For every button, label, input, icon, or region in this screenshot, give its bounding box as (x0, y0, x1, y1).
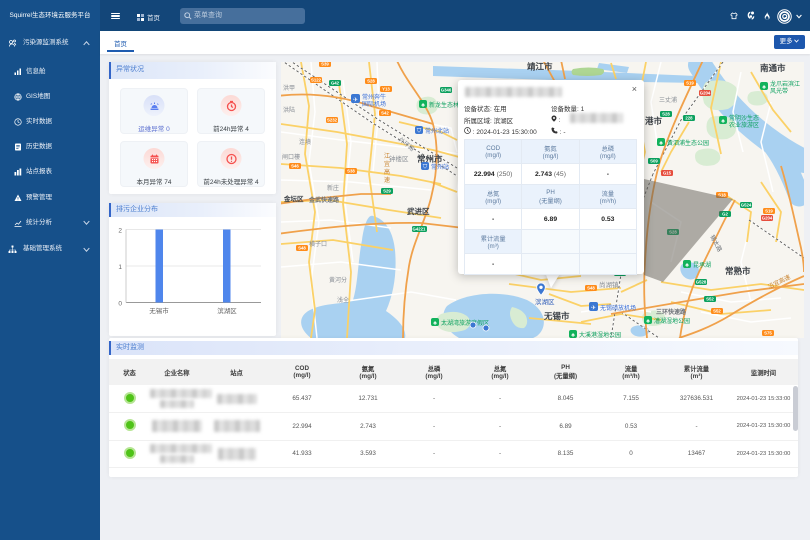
svg-text:新庄: 新庄 (327, 184, 339, 192)
svg-text:金坛区: 金坛区 (283, 194, 304, 203)
svg-text:常阴沙生态: 常阴沙生态 (729, 114, 759, 122)
svg-text:S09: S09 (650, 159, 658, 164)
svg-text:S29: S29 (383, 189, 391, 194)
svg-text:Y13: Y13 (382, 87, 390, 92)
svg-text:新龙生态林: 新龙生态林 (429, 101, 459, 109)
svg-text:农业旅游区: 农业旅游区 (729, 121, 759, 129)
svg-text:G4221: G4221 (413, 227, 427, 232)
svg-text:滨湖区: 滨湖区 (535, 297, 555, 306)
svg-text:S48: S48 (587, 286, 595, 291)
svg-text:港市: 港市 (645, 116, 663, 126)
svg-text:洪甲: 洪甲 (283, 84, 295, 92)
svg-text:♣: ♣ (433, 321, 437, 327)
svg-text:G2: G2 (722, 212, 728, 217)
svg-text:黄河分: 黄河分 (329, 276, 347, 284)
svg-text:武进区: 武进区 (407, 206, 430, 216)
svg-text:✈: ✈ (353, 97, 358, 104)
svg-text:龙爪岩滨江: 龙爪岩滨江 (770, 80, 800, 88)
svg-text:S19: S19 (765, 209, 773, 214)
svg-text:常熟市: 常熟市 (725, 266, 751, 276)
svg-text:S232: S232 (327, 118, 338, 123)
svg-text:♣: ♣ (646, 319, 650, 325)
svg-text:S28: S28 (367, 79, 375, 84)
svg-text:国际机场: 国际机场 (362, 100, 386, 108)
svg-text:风光带: 风光带 (770, 87, 788, 95)
svg-text:滨湖区: 滨湖区 (217, 306, 237, 315)
svg-text:G528: G528 (696, 280, 707, 285)
svg-text:S38: S38 (347, 169, 355, 174)
svg-text:S28: S28 (662, 112, 670, 117)
svg-text:无锡市: 无锡市 (543, 311, 570, 321)
svg-text:漕湖湿地公园: 漕湖湿地公园 (654, 317, 690, 325)
svg-text:三环快速路: 三环快速路 (656, 308, 687, 316)
svg-text:S46: S46 (291, 164, 299, 169)
svg-text:♣: ♣ (685, 263, 689, 269)
svg-text:尚湖镇: 尚湖镇 (599, 280, 619, 289)
svg-text:无锡硕放机场: 无锡硕放机场 (600, 304, 636, 312)
svg-text:S52: S52 (706, 297, 714, 302)
svg-text:G15: G15 (663, 171, 672, 176)
svg-text:G42: G42 (331, 81, 340, 86)
svg-text:钟楼区: 钟楼区 (389, 154, 409, 163)
svg-text:浅全: 浅全 (337, 296, 349, 304)
svg-text:S75: S75 (764, 331, 772, 336)
svg-text:横子口: 横子口 (309, 240, 327, 248)
svg-text:速: 速 (384, 177, 390, 184)
svg-text:洪陆: 洪陆 (283, 106, 295, 114)
svg-text:常州站: 常州站 (431, 163, 449, 171)
svg-text:S52: S52 (713, 309, 721, 314)
svg-text:闸口樓: 闸口樓 (282, 153, 300, 161)
svg-text:昆承湖: 昆承湖 (693, 261, 711, 269)
svg-text:高: 高 (384, 168, 390, 176)
svg-text:常州奔牛: 常州奔牛 (362, 93, 386, 101)
svg-text:S122: S122 (311, 78, 322, 83)
svg-text:♣: ♣ (421, 103, 425, 109)
svg-text:黄泗浦生态公园: 黄泗浦生态公园 (667, 139, 709, 147)
svg-text:⛉: ⛉ (417, 128, 422, 135)
svg-text:S39: S39 (321, 62, 329, 67)
svg-text:常州市: 常州市 (417, 154, 443, 164)
svg-text:三丈浦: 三丈浦 (659, 96, 677, 104)
svg-text:⛉: ⛉ (423, 164, 428, 171)
svg-text:太湖湾旅游度假区: 太湖湾旅游度假区 (441, 319, 489, 327)
svg-text:S48: S48 (298, 246, 306, 251)
svg-text:大溪港湿地公园: 大溪港湿地公园 (579, 331, 621, 338)
svg-text:金武快速路: 金武快速路 (308, 196, 340, 204)
svg-text:2: 2 (118, 228, 122, 235)
svg-text:♣: ♣ (721, 119, 725, 125)
svg-text:♣: ♣ (659, 141, 663, 147)
svg-text:✈: ✈ (591, 305, 596, 312)
svg-text:S42: S42 (381, 111, 389, 116)
svg-text:G204: G204 (762, 216, 773, 221)
svg-text:连墳: 连墳 (299, 138, 311, 146)
svg-text:无锡市: 无锡市 (149, 306, 169, 315)
svg-text:1: 1 (118, 264, 122, 271)
svg-text:G524: G524 (741, 203, 752, 208)
svg-text:G204: G204 (700, 91, 711, 96)
svg-text:228: 228 (685, 116, 693, 121)
svg-text:南通市: 南通市 (760, 63, 786, 73)
svg-text:靖江市: 靖江市 (527, 62, 553, 72)
svg-text:常州北站: 常州北站 (425, 127, 449, 135)
svg-text:S19: S19 (686, 81, 694, 86)
svg-text:♣: ♣ (762, 85, 766, 91)
svg-text:G346: G346 (441, 88, 452, 93)
svg-text:0: 0 (118, 301, 122, 308)
